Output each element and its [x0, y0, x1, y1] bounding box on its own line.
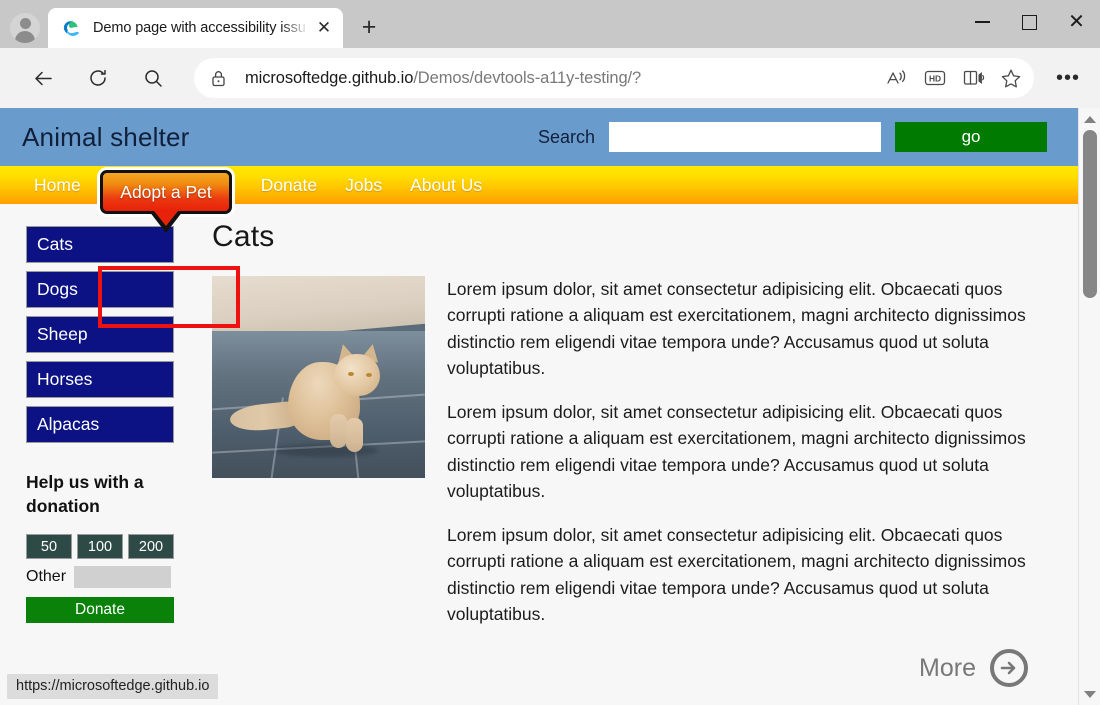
- sidebar-item-sheep[interactable]: Sheep: [26, 316, 174, 353]
- edge-logo-icon: [62, 19, 81, 38]
- url-host: microsoftedge.github.io: [245, 69, 413, 87]
- sidebar-item-horses[interactable]: Horses: [26, 361, 174, 398]
- scroll-up-arrow-icon[interactable]: [1079, 110, 1100, 128]
- cat-leg: [330, 414, 347, 448]
- browser-window: Demo page with accessibility issu ✕ + ✕: [0, 0, 1100, 705]
- page-content: Cats Dogs Sheep Horses Alpacas Help us w…: [0, 204, 1078, 687]
- nav-item-jobs[interactable]: Jobs: [345, 175, 382, 196]
- settings-and-more-button[interactable]: •••: [1048, 58, 1088, 98]
- paragraph-2: Lorem ipsum dolor, sit amet consectetur …: [447, 399, 1038, 504]
- person-avatar-icon: [10, 13, 40, 43]
- cat-eye: [366, 373, 372, 377]
- back-arrow-icon[interactable]: [24, 59, 62, 97]
- star-icon[interactable]: [992, 59, 1030, 97]
- page-title: Cats: [212, 220, 1038, 254]
- cat-photo: [212, 276, 425, 478]
- url-path: /Demos/devtools-a11y-testing/?: [413, 69, 641, 87]
- tab-title: Demo page with accessibility issu: [93, 20, 311, 36]
- paragraph-3: Lorem ipsum dolor, sit amet consectetur …: [447, 522, 1038, 627]
- donation-other-row: Other: [26, 566, 174, 588]
- search-go-button[interactable]: go: [895, 122, 1047, 152]
- nav-item-adopt-a-pet[interactable]: Adopt a Pet: [100, 170, 232, 214]
- cat-eye: [348, 372, 354, 376]
- page-scrollbar[interactable]: [1078, 108, 1100, 705]
- cat-leg: [346, 418, 363, 452]
- site-header: Animal shelter Search go: [0, 108, 1078, 166]
- immersive-reader-icon[interactable]: [954, 59, 992, 97]
- search-input[interactable]: [609, 122, 881, 152]
- arrow-circle-right-icon: [990, 649, 1028, 687]
- close-window-button[interactable]: ✕: [1053, 0, 1100, 44]
- paragraph-1: Lorem ipsum dolor, sit amet consectetur …: [447, 276, 1038, 381]
- browser-tab[interactable]: Demo page with accessibility issu ✕: [48, 8, 343, 48]
- cat-head: [334, 354, 380, 396]
- donate-button[interactable]: Donate: [26, 597, 174, 623]
- donation-amount-50[interactable]: 50: [26, 534, 72, 559]
- donation-heading: Help us with a donation: [26, 471, 174, 518]
- minimize-button[interactable]: [959, 0, 1006, 44]
- window-controls: ✕: [959, 0, 1100, 44]
- scroll-down-arrow-icon[interactable]: [1079, 685, 1100, 703]
- article: Lorem ipsum dolor, sit amet consectetur …: [212, 276, 1038, 645]
- donation-other-label: Other: [26, 568, 66, 586]
- site-search: Search go: [538, 108, 1047, 166]
- article-text: Lorem ipsum dolor, sit amet consectetur …: [447, 276, 1038, 645]
- web-page: Animal shelter Search go Home Donate Job…: [0, 108, 1078, 705]
- adopt-pointer-arrow-icon: [149, 211, 183, 233]
- nav-item-about-us[interactable]: About Us: [410, 175, 482, 196]
- new-tab-button[interactable]: +: [351, 9, 387, 45]
- nav-item-donate[interactable]: Donate: [261, 175, 317, 196]
- browser-toolbar: microsoftedge.github.io/Demos/devtools-a…: [0, 48, 1100, 108]
- address-bar-actions: HD: [878, 59, 1030, 97]
- donation-other-input[interactable]: [74, 566, 171, 588]
- profile-button[interactable]: [2, 8, 48, 48]
- close-tab-icon[interactable]: ✕: [311, 15, 337, 41]
- site-nav: Home Donate Jobs About Us Adopt a Pet: [0, 166, 1078, 204]
- read-aloud-icon[interactable]: [878, 59, 916, 97]
- maximize-button[interactable]: [1006, 0, 1053, 44]
- sidebar-item-alpacas[interactable]: Alpacas: [26, 406, 174, 443]
- address-bar[interactable]: microsoftedge.github.io/Demos/devtools-a…: [194, 58, 1034, 98]
- scrollbar-thumb[interactable]: [1083, 130, 1097, 298]
- hd-badge-icon[interactable]: HD: [916, 59, 954, 97]
- lock-icon: [210, 69, 227, 88]
- more-label: More: [919, 654, 976, 683]
- sidebar: Cats Dogs Sheep Horses Alpacas Help us w…: [0, 204, 176, 687]
- address-bar-url: microsoftedge.github.io/Demos/devtools-a…: [245, 69, 641, 88]
- nav-item-home[interactable]: Home: [34, 175, 81, 196]
- search-label: Search: [538, 127, 595, 148]
- donation-amount-100[interactable]: 100: [77, 534, 123, 559]
- status-bar-url: https://microsoftedge.github.io: [7, 674, 218, 699]
- page-viewport: Animal shelter Search go Home Donate Job…: [0, 108, 1100, 705]
- tab-strip: Demo page with accessibility issu ✕ + ✕: [0, 0, 1100, 48]
- reload-icon[interactable]: [79, 59, 117, 97]
- nav-item-adopt-a-pet-wrapper: Adopt a Pet: [100, 170, 232, 214]
- site-title: Animal shelter: [22, 122, 190, 153]
- donation-amount-200[interactable]: 200: [128, 534, 174, 559]
- search-icon[interactable]: [134, 59, 172, 97]
- sidebar-item-dogs[interactable]: Dogs: [26, 271, 174, 308]
- svg-text:HD: HD: [929, 74, 941, 84]
- more-link[interactable]: More: [212, 649, 1038, 687]
- donation-block: Help us with a donation 50 100 200 Other…: [26, 471, 174, 623]
- main-content: Cats: [176, 204, 1078, 687]
- donation-amount-row: 50 100 200: [26, 534, 174, 559]
